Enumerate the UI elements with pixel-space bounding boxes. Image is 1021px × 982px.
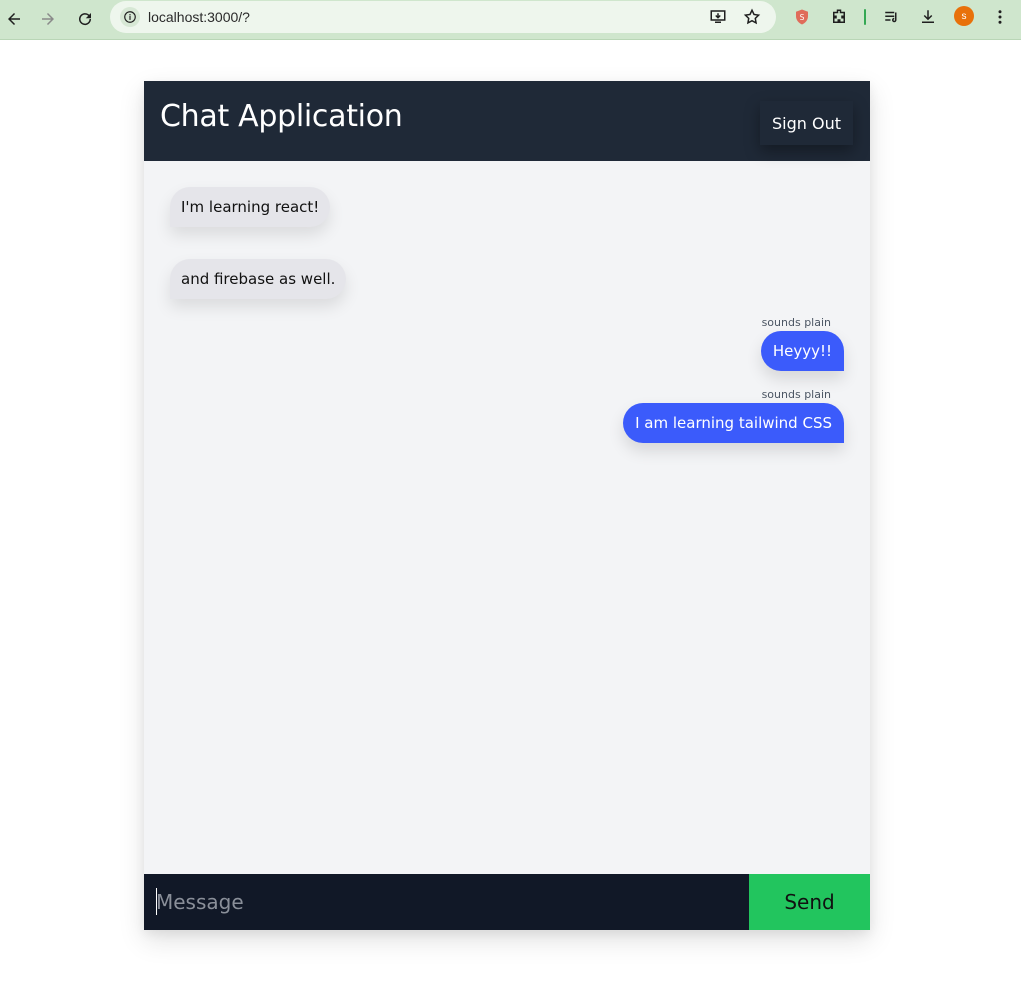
address-bar[interactable]: localhost:3000/? <box>110 1 776 33</box>
url-text: localhost:3000/? <box>148 9 250 25</box>
sender-name: sounds plain <box>761 388 831 401</box>
sign-out-button[interactable]: Sign Out <box>760 101 853 145</box>
extension-shield-icon[interactable]: S <box>791 6 813 28</box>
toolbar-divider <box>864 9 866 25</box>
svg-text:S: S <box>800 13 805 22</box>
message-bubble-sent: I am learning tailwind CSS <box>623 403 844 443</box>
extensions-puzzle-icon[interactable] <box>828 6 850 28</box>
forward-icon[interactable] <box>34 5 62 33</box>
message-bubble-received: I'm learning react! <box>170 187 331 227</box>
profile-avatar[interactable]: s <box>954 6 974 26</box>
message-list: I'm learning react! and firebase as well… <box>144 161 870 874</box>
sender-name: sounds plain <box>761 316 831 329</box>
back-icon[interactable] <box>0 5 28 33</box>
chat-app: Chat Application Sign Out I'm learning r… <box>144 81 870 930</box>
message-bubble-received: and firebase as well. <box>170 259 347 299</box>
reading-list-icon[interactable] <box>881 6 903 28</box>
app-header: Chat Application Sign Out <box>144 81 870 161</box>
site-info-icon[interactable] <box>120 7 140 27</box>
install-app-icon[interactable] <box>708 7 728 27</box>
more-menu-icon[interactable] <box>989 6 1011 28</box>
composer: Send <box>144 874 870 930</box>
browser-toolbar: localhost:3000/? S s <box>0 0 1021 40</box>
bookmark-star-icon[interactable] <box>742 7 762 27</box>
app-title: Chat Application <box>160 99 403 134</box>
text-caret <box>156 888 157 915</box>
send-button[interactable]: Send <box>749 874 870 930</box>
message-input[interactable] <box>144 874 749 930</box>
download-icon[interactable] <box>917 6 939 28</box>
reload-icon[interactable] <box>71 5 99 33</box>
message-bubble-sent: Heyyy!! <box>760 331 844 371</box>
